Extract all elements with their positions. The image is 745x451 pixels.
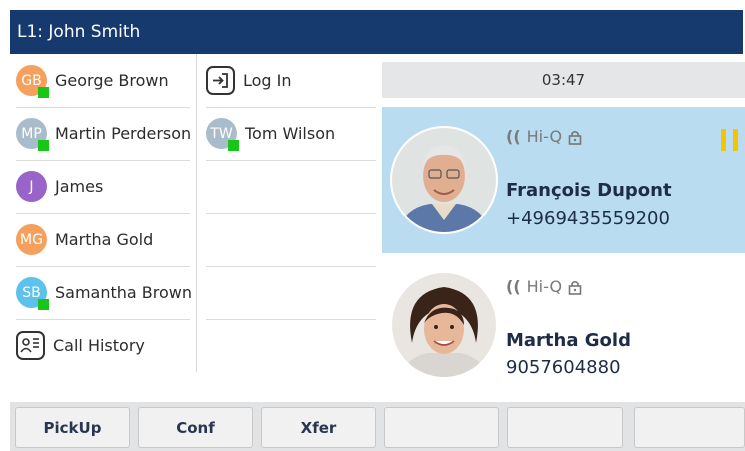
contact-martha-gold[interactable]: MG Martha Gold (16, 213, 190, 267)
contact-george-brown[interactable]: GB George Brown (16, 54, 190, 108)
call-timer: 03:47 (382, 62, 745, 98)
avatar: MG (16, 224, 47, 255)
pause-icon[interactable] (721, 129, 738, 151)
softkey-bar: PickUp Conf Xfer (10, 402, 745, 451)
call-history-label: Call History (53, 336, 145, 355)
avatar: SB (16, 277, 49, 310)
caller-number: +4969435559200 (506, 208, 670, 229)
held-call-card[interactable]: (( Hi-Q Martha Gold 9057604880 (382, 253, 745, 399)
hd-audio-indicator: (( Hi-Q (506, 127, 582, 146)
contact-james[interactable]: J James (16, 160, 190, 214)
line-title-bar: L1: John Smith (10, 10, 743, 54)
contact-name: Tom Wilson (245, 124, 336, 143)
presence-indicator (38, 140, 49, 151)
contact-name: James (55, 177, 104, 196)
caller-number: 9057604880 (506, 357, 621, 378)
contact-name: George Brown (55, 71, 169, 90)
hd-audio-label: Hi-Q (526, 127, 563, 146)
pickup-softkey[interactable]: PickUp (15, 407, 130, 448)
contacts-panel: GB George Brown MP Martin Perderson J Ja… (10, 54, 382, 372)
empty-softkey[interactable] (507, 407, 623, 448)
empty-contact-slot[interactable] (206, 266, 376, 320)
lock-icon (568, 130, 582, 145)
contacts-column-1: GB George Brown MP Martin Perderson J Ja… (10, 54, 197, 372)
empty-contact-slot[interactable] (206, 160, 376, 214)
caller-photo (390, 271, 498, 379)
contact-tom-wilson[interactable]: TW Tom Wilson (206, 107, 376, 161)
login-button[interactable]: Log In (206, 54, 376, 108)
presence-indicator (228, 140, 239, 151)
avatar: GB (16, 65, 49, 98)
empty-contact-slot[interactable] (206, 213, 376, 267)
lock-icon (568, 280, 582, 295)
login-label: Log In (243, 71, 292, 90)
presence-indicator (38, 299, 49, 310)
presence-indicator (38, 87, 49, 98)
calls-panel: 03:47 (( Hi-Q François Dupont +496943555… (382, 54, 745, 399)
contact-martin-perderson[interactable]: MP Martin Perderson (16, 107, 192, 161)
contact-name: Samantha Brown (55, 283, 193, 302)
hd-audio-indicator: (( Hi-Q (506, 277, 582, 296)
login-icon (206, 66, 235, 95)
empty-softkey[interactable] (384, 407, 499, 448)
hd-audio-label: Hi-Q (526, 277, 563, 296)
avatar: MP (16, 118, 49, 151)
xfer-softkey[interactable]: Xfer (261, 407, 376, 448)
line-label: L1: John Smith (17, 22, 141, 42)
empty-contact-slot[interactable] (206, 319, 376, 372)
caller-name: Martha Gold (506, 330, 631, 351)
caller-photo (390, 126, 498, 234)
avatar: J (16, 171, 47, 202)
hd-audio-icon: (( (506, 127, 521, 146)
contact-name: Martha Gold (55, 230, 154, 249)
avatar: TW (206, 118, 239, 151)
call-history-icon (16, 331, 45, 360)
hd-audio-icon: (( (506, 277, 521, 296)
call-history-button[interactable]: Call History (16, 319, 190, 372)
contact-samantha-brown[interactable]: SB Samantha Brown (16, 266, 193, 320)
conf-softkey[interactable]: Conf (138, 407, 253, 448)
caller-name: François Dupont (506, 180, 672, 201)
contact-name: Martin Perderson (55, 124, 192, 143)
active-call-card[interactable]: (( Hi-Q François Dupont +4969435559200 (382, 107, 745, 253)
contacts-column-2: Log In TW Tom Wilson (204, 54, 382, 372)
empty-softkey[interactable] (634, 407, 745, 448)
